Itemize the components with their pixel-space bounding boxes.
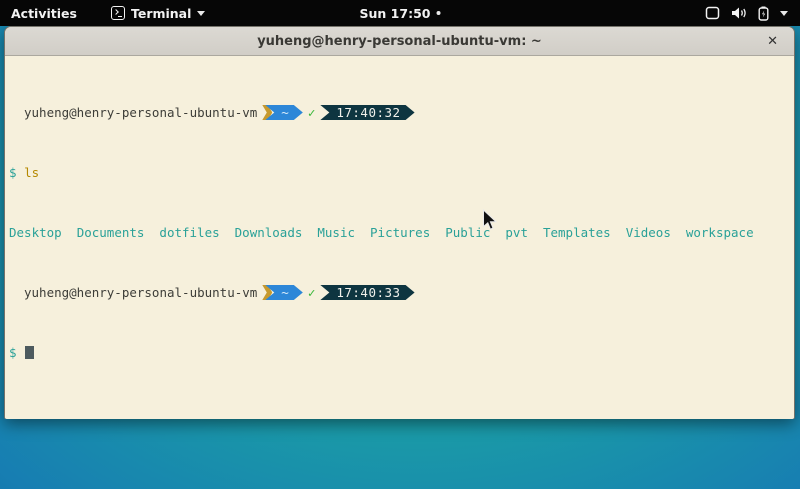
terminal-window: yuheng@henry-personal-ubuntu-vm: ~ ✕ yuh… <box>4 26 795 419</box>
typed-command: ls <box>24 165 39 180</box>
directory-name: Music <box>317 225 355 240</box>
chevron-down-icon <box>780 11 788 16</box>
window-titlebar[interactable]: yuheng@henry-personal-ubuntu-vm: ~ ✕ <box>5 27 794 56</box>
display-icon <box>705 6 720 20</box>
status-check-icon: ✓ <box>308 105 316 120</box>
directory-name: Documents <box>77 225 145 240</box>
prompt-symbol: $ <box>9 345 17 360</box>
app-menu-label: Terminal <box>131 6 191 21</box>
powerline-time-segment: 17:40:32 <box>320 105 414 120</box>
terminal-app-icon <box>111 6 125 20</box>
directory-name: workspace <box>686 225 754 240</box>
terminal-cursor <box>25 346 34 359</box>
directory-name: Templates <box>543 225 611 240</box>
clock-label: Sun 17:50 <box>360 6 431 21</box>
system-status-menu[interactable] <box>699 0 794 26</box>
directory-name: Pictures <box>370 225 430 240</box>
window-title: yuheng@henry-personal-ubuntu-vm: ~ <box>257 34 542 49</box>
app-menu-terminal[interactable]: Terminal <box>101 0 215 26</box>
directory-name: Downloads <box>235 225 303 240</box>
activities-label: Activities <box>11 6 77 21</box>
command-line: $ ls <box>9 165 794 180</box>
prompt-symbol: $ <box>9 165 17 180</box>
ls-output-line: Desktop Documents dotfiles Downloads Music Pi… <box>9 225 794 240</box>
directory-name: Desktop <box>9 225 62 240</box>
clock-button[interactable]: Sun 17:50 <box>360 0 441 26</box>
current-input-line: $ <box>9 345 794 360</box>
top-bar: Activities Terminal Sun 17:50 <box>0 0 800 26</box>
battery-charging-icon <box>758 6 769 21</box>
status-check-icon: ✓ <box>308 285 316 300</box>
directory-name: pvt <box>505 225 528 240</box>
terminal-content[interactable]: yuheng@henry-personal-ubuntu-vm ~ ✓ 17:4… <box>5 56 794 419</box>
close-icon[interactable]: ✕ <box>763 27 782 55</box>
chevron-down-icon <box>197 11 205 16</box>
powerline-time-segment: 17:40:33 <box>320 285 414 300</box>
directory-name: Videos <box>626 225 671 240</box>
prompt-user-host: yuheng@henry-personal-ubuntu-vm <box>24 285 257 300</box>
directory-name: dotfiles <box>159 225 219 240</box>
activities-button[interactable]: Activities <box>0 0 87 26</box>
prompt-line: yuheng@henry-personal-ubuntu-vm ~ ✓ 17:4… <box>9 105 794 120</box>
volume-icon <box>731 6 747 20</box>
prompt-user-host: yuheng@henry-personal-ubuntu-vm <box>24 105 257 120</box>
prompt-line: yuheng@henry-personal-ubuntu-vm ~ ✓ 17:4… <box>9 285 794 300</box>
directory-name: Public <box>445 225 490 240</box>
notification-dot-icon <box>436 11 440 15</box>
